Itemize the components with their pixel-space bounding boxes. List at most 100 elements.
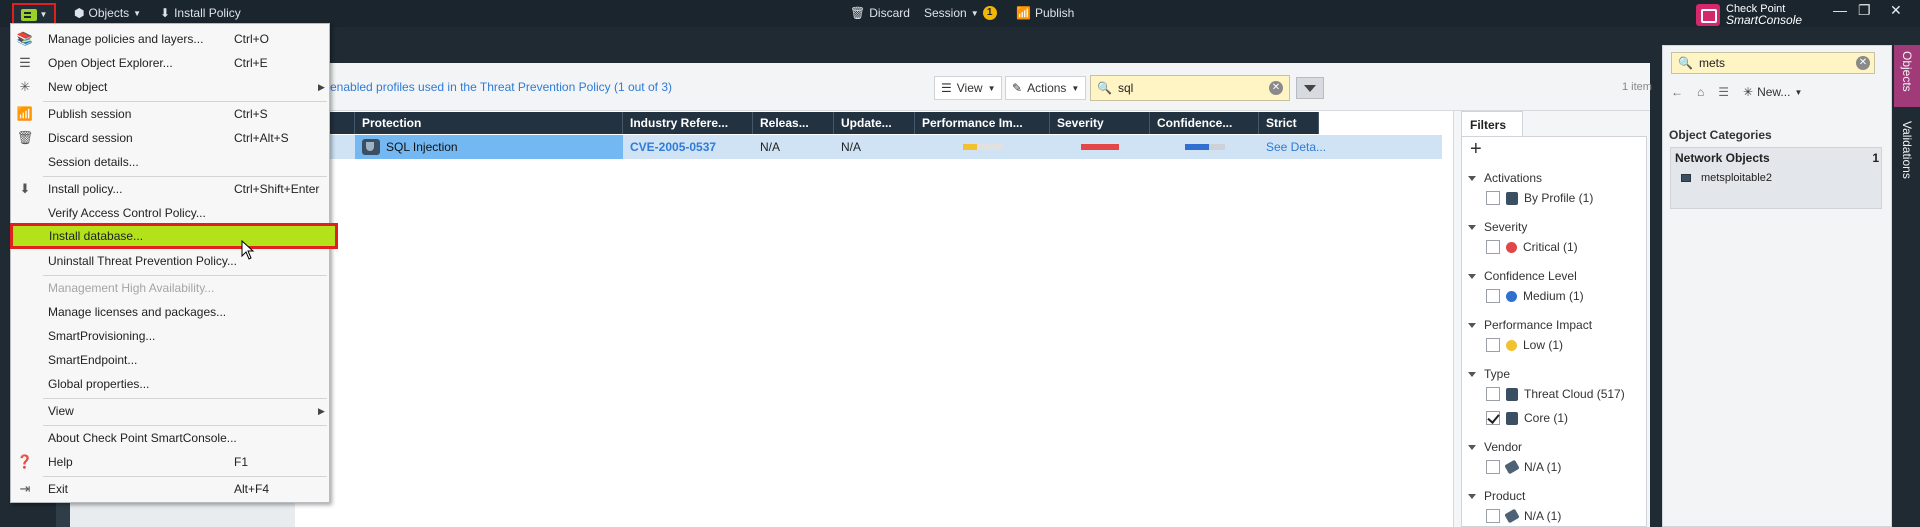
add-filter-icon[interactable]: + <box>1470 138 1482 161</box>
industry-ref-cell[interactable]: CVE-2005-0537 <box>623 135 753 159</box>
column-header[interactable]: Severity <box>1050 112 1150 134</box>
menu-item-view[interactable]: View ▶ <box>11 400 329 422</box>
menu-item-manage-policies[interactable]: 📚 Manage policies and layers... Ctrl+O <box>11 28 329 50</box>
collapse-icon <box>1468 493 1476 499</box>
checkbox[interactable] <box>1486 191 1500 205</box>
filter-group-product[interactable]: Product <box>1468 489 1525 503</box>
object-categories-title: Object Categories <box>1669 128 1772 142</box>
column-header[interactable]: Update... <box>834 112 915 134</box>
close-icon[interactable]: ✕ <box>1890 2 1902 19</box>
column-header[interactable]: Performance Im... <box>915 112 1050 134</box>
menu-item-label: Install database... <box>49 229 144 243</box>
filter-group-vendor[interactable]: Vendor <box>1468 440 1522 454</box>
filter-group-activations[interactable]: Activations <box>1468 171 1542 185</box>
menu-item-session-details[interactable]: Session details... <box>11 151 329 173</box>
menu-item-shortcut: Ctrl+S <box>234 107 268 121</box>
smartconsole-logo-icon <box>1696 4 1720 26</box>
menu-item-exit[interactable]: ⇥ Exit Alt+F4 <box>11 478 329 500</box>
menu-item-label: Discard session <box>48 131 133 145</box>
filter-option[interactable]: Threat Cloud (517) <box>1486 387 1625 401</box>
filter-group-performance[interactable]: Performance Impact <box>1468 318 1592 332</box>
menu-item-publish-session[interactable]: 📶 Publish session Ctrl+S <box>11 103 329 125</box>
menu-item-verify-policy[interactable]: Verify Access Control Policy... <box>11 202 329 224</box>
menu-item-smartendpoint[interactable]: SmartEndpoint... <box>11 349 329 371</box>
checkbox[interactable] <box>1486 240 1500 254</box>
clear-search-icon[interactable]: ✕ <box>1856 56 1870 70</box>
network-objects-category[interactable]: Network Objects 1 metsploitable2 <box>1670 147 1882 209</box>
filter-option-label: Core (1) <box>1524 411 1569 425</box>
checkbox[interactable] <box>1486 338 1500 352</box>
column-header[interactable]: Industry Refere... <box>623 112 753 134</box>
actions-button[interactable]: ✎ Actions ▼ <box>1005 76 1087 100</box>
menu-item-about[interactable]: About Check Point SmartConsole... <box>11 427 329 449</box>
filter-option-label: By Profile (1) <box>1524 191 1594 205</box>
checkbox[interactable] <box>1486 289 1500 303</box>
checkbox[interactable] <box>1486 460 1500 474</box>
list-icon[interactable]: ☰ <box>1718 85 1729 99</box>
filter-option[interactable]: Critical (1) <box>1486 240 1578 254</box>
new-object-button[interactable]: ✳ New... ▼ <box>1743 85 1802 99</box>
back-arrow-icon[interactable]: ← <box>1671 85 1683 99</box>
chevron-down-icon: ▼ <box>39 10 48 19</box>
menu-item-install-policy[interactable]: ⬇ Install policy... Ctrl+Shift+Enter <box>11 178 329 200</box>
menu-item-label: SmartEndpoint... <box>48 353 138 367</box>
protection-cell[interactable]: SQL Injection <box>355 135 623 159</box>
filter-option[interactable]: Low (1) <box>1486 338 1563 352</box>
restore-icon[interactable]: ❐ <box>1858 2 1871 19</box>
filter-option[interactable]: N/A (1) <box>1486 508 1561 524</box>
session-menu[interactable]: Session ▼ 1 <box>924 6 997 20</box>
menu-item-manage-licenses[interactable]: Manage licenses and packages... <box>11 301 329 323</box>
submenu-arrow-icon: ▶ <box>318 81 325 92</box>
objects-menu[interactable]: ⬢ Objects ▼ <box>74 6 141 20</box>
checkbox-checked[interactable] <box>1486 411 1500 425</box>
column-header[interactable]: Strict <box>1259 112 1319 134</box>
column-header[interactable]: Releas... <box>753 112 834 134</box>
validations-side-tab[interactable]: Validations <box>1894 115 1920 205</box>
object-search-input[interactable]: 🔍 mets ✕ <box>1671 52 1875 74</box>
filter-option[interactable]: Core (1) <box>1486 411 1568 425</box>
checkbox[interactable] <box>1486 387 1500 401</box>
strict-cell[interactable]: See Deta... <box>1259 135 1339 159</box>
clear-search-icon[interactable]: ✕ <box>1269 81 1283 95</box>
protection-search-input[interactable]: 🔍 sql ✕ <box>1090 75 1290 101</box>
menu-item-shortcut: Ctrl+O <box>234 32 270 46</box>
menu-item-install-database[interactable]: Install database... <box>10 223 338 249</box>
profiles-link[interactable]: enabled profiles used in the Threat Prev… <box>330 80 672 94</box>
object-entry[interactable]: metsploitable2 <box>1681 172 1772 184</box>
menu-item-new-object[interactable]: ✳ New object ▶ <box>11 76 329 98</box>
view-button[interactable]: ☰ View ▼ <box>934 76 1003 100</box>
column-header[interactable]: Confidence... <box>1150 112 1259 134</box>
install-policy-button[interactable]: ⬇ Install Policy <box>160 6 241 20</box>
menu-item-shortcut: Ctrl+Alt+S <box>234 131 289 145</box>
menu-item-uninstall-threat[interactable]: Uninstall Threat Prevention Policy... <box>11 250 329 272</box>
menu-item-global-properties[interactable]: Global properties... <box>11 373 329 395</box>
minimize-icon[interactable]: — <box>1833 2 1847 18</box>
menu-item-object-explorer[interactable]: ☰ Open Object Explorer... Ctrl+E <box>11 52 329 74</box>
menu-item-label: Publish session <box>48 107 132 121</box>
session-label: Session <box>924 6 967 20</box>
filters-tab[interactable]: Filters <box>1461 111 1523 137</box>
filter-option[interactable]: N/A (1) <box>1486 459 1561 475</box>
table-row[interactable]: SQL Injection CVE-2005-0537 N/A N/A See … <box>295 135 1442 159</box>
column-header[interactable]: Protection <box>355 112 623 134</box>
filter-option[interactable]: By Profile (1) <box>1486 191 1593 205</box>
filter-toggle-button[interactable] <box>1296 77 1324 99</box>
menu-item-smartprovisioning[interactable]: SmartProvisioning... <box>11 325 329 347</box>
app-menu-dropdown: 📚 Manage policies and layers... Ctrl+O ☰ Op… <box>10 23 338 503</box>
filter-group-severity[interactable]: Severity <box>1468 220 1527 234</box>
objects-side-tab[interactable]: Objects <box>1894 45 1920 107</box>
menu-item-help[interactable]: ❓ Help F1 <box>11 451 329 473</box>
filter-group-label: Activations <box>1484 171 1543 185</box>
release-cell: N/A <box>760 140 781 154</box>
menu-item-discard-session[interactable]: 🗑 Discard session Ctrl+Alt+S <box>11 127 329 149</box>
filter-option[interactable]: Medium (1) <box>1486 289 1584 303</box>
filter-group-type[interactable]: Type <box>1468 367 1510 381</box>
industry-ref-link[interactable]: CVE-2005-0537 <box>630 140 716 154</box>
menu-item-shortcut: Ctrl+Shift+Enter <box>234 182 320 196</box>
discard-button[interactable]: 🗑 Discard <box>850 6 910 20</box>
filter-group-confidence[interactable]: Confidence Level <box>1468 269 1577 283</box>
home-icon[interactable]: ⌂ <box>1697 85 1704 99</box>
checkbox[interactable] <box>1486 509 1500 523</box>
publish-button[interactable]: 📶 Publish <box>1016 6 1074 20</box>
see-details-link[interactable]: See Deta... <box>1266 140 1326 154</box>
